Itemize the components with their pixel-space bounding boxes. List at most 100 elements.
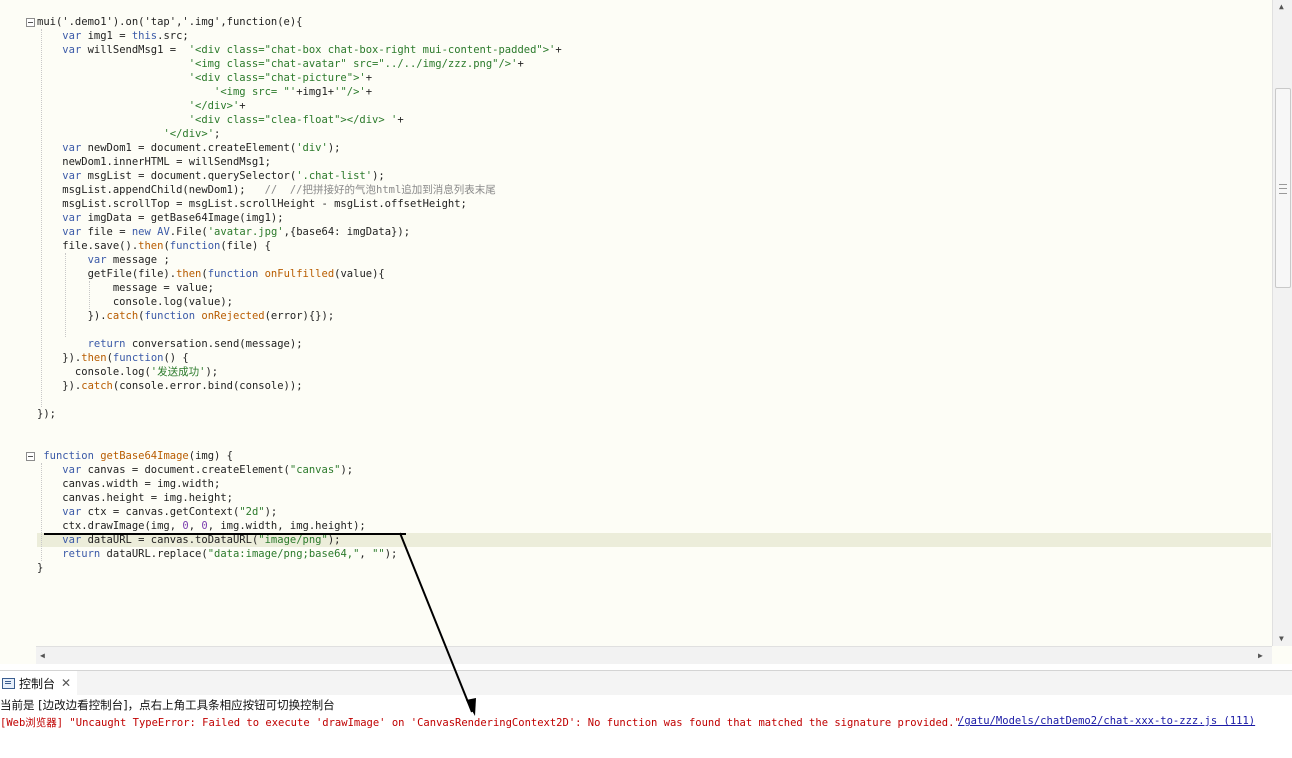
- code-line[interactable]: var dataURL = canvas.toDataURL("image/pn…: [37, 533, 1271, 547]
- code-line[interactable]: var ctx = canvas.getContext("2d");: [37, 505, 277, 519]
- code-line[interactable]: '<div class="chat-picture">'+: [37, 71, 372, 85]
- code-line[interactable]: }).catch(function onRejected(error){});: [37, 309, 335, 323]
- console-output[interactable]: 当前是 [边改边看控制台]，点右上角工具条相应按钮可切换控制台 [Web浏览器]…: [0, 695, 1292, 758]
- code-line[interactable]: canvas.width = img.width;: [37, 477, 220, 491]
- code-token: function: [43, 450, 94, 462]
- code-token: onRejected: [201, 310, 265, 322]
- code-line[interactable]: console.log('发送成功');: [37, 365, 218, 379]
- code-token: );: [327, 534, 341, 546]
- code-line[interactable]: '<img src= "'+img1+'"/>'+: [37, 85, 372, 99]
- code-token: , img.width, img.height);: [207, 520, 366, 532]
- console-icon: [2, 677, 15, 689]
- code-token: "image/png": [258, 534, 328, 546]
- code-line[interactable]: mui('.demo1').on('tap','.img',function(e…: [37, 15, 303, 29]
- code-line[interactable]: var msgList = document.querySelector('.c…: [37, 169, 385, 183]
- code-line[interactable]: getFile(file).then(function onFulfilled(…: [37, 267, 385, 281]
- indent-guide: [41, 463, 42, 561]
- code-token: '<div class="chat-picture">': [188, 72, 366, 84]
- code-line[interactable]: }: [37, 561, 43, 575]
- code-line[interactable]: canvas.height = img.height;: [37, 491, 233, 505]
- code-line[interactable]: var message ;: [37, 253, 170, 267]
- code-line[interactable]: return conversation.send(message);: [37, 337, 303, 351]
- code-token: dataURL = canvas.toDataURL(: [81, 534, 259, 546]
- code-area[interactable]: mui('.demo1').on('tap','.img',function(e…: [37, 15, 1271, 655]
- code-line[interactable]: '<img class="chat-avatar" src="../../img…: [37, 57, 524, 71]
- scroll-grip-icon: [1279, 184, 1287, 194]
- code-line[interactable]: msgList.appendChild(newDom1); // //把拼接好的…: [37, 183, 496, 197]
- code-token: message = value;: [37, 282, 215, 294]
- code-line[interactable]: '<div class="clea-float"></div> '+: [37, 113, 404, 127]
- code-token: then: [81, 352, 107, 364]
- code-line[interactable]: function getBase64Image(img) {: [37, 449, 233, 463]
- code-line[interactable]: console.log(value);: [37, 295, 233, 309]
- code-token: );: [384, 548, 398, 560]
- code-token: canvas.height = img.height;: [37, 492, 233, 504]
- code-line[interactable]: var img1 = this.src;: [37, 29, 189, 43]
- code-token: new: [131, 226, 151, 238]
- code-line[interactable]: });: [37, 407, 56, 421]
- code-line[interactable]: var file = new AV.File('avatar.jpg',{bas…: [37, 225, 410, 239]
- code-token: willSendMsg1 =: [81, 44, 189, 56]
- code-token: ,{base64: imgData});: [283, 226, 411, 238]
- code-token: '</div>': [163, 128, 215, 140]
- code-line[interactable]: return dataURL.replace("data:image/png;b…: [37, 547, 397, 561]
- code-token: function: [144, 310, 196, 322]
- code-token: then: [138, 240, 164, 252]
- right-arrow-icon[interactable]: ▶: [1258, 651, 1263, 661]
- code-token: var: [62, 464, 82, 476]
- code-token: "2d": [239, 506, 265, 518]
- code-token: imgData = getBase64Image(img1);: [81, 212, 284, 224]
- code-line[interactable]: var newDom1 = document.createElement('di…: [37, 141, 340, 155]
- code-token: .src;: [157, 30, 189, 42]
- vertical-scroll-thumb[interactable]: [1275, 88, 1291, 288]
- code-editor[interactable]: mui('.demo1').on('tap','.img',function(e…: [0, 0, 1292, 664]
- horizontal-scrollbar[interactable]: ◀ ▶: [36, 646, 1272, 664]
- code-line[interactable]: ctx.drawImage(img, 0, 0, img.width, img.…: [37, 519, 366, 533]
- code-token: catch: [81, 380, 113, 392]
- code-token: var: [87, 254, 107, 266]
- code-token: "": [372, 548, 385, 560]
- code-token: );: [372, 170, 385, 182]
- code-token: (console.error.bind(console));: [112, 380, 303, 392]
- code-token: '<img src= "': [214, 86, 297, 98]
- code-token: var: [62, 226, 82, 238]
- ide-window: mui('.demo1').on('tap','.img',function(e…: [0, 0, 1292, 758]
- left-arrow-icon[interactable]: ◀: [40, 651, 45, 661]
- code-token: function: [112, 352, 164, 364]
- console-source-link[interactable]: /gatu/Models/chatDemo2/chat-xxx-to-zzz.j…: [958, 715, 1255, 727]
- code-token: return: [62, 548, 101, 560]
- console-error-message: [Web浏览器] "Uncaught TypeError: Failed to …: [0, 717, 961, 729]
- code-line[interactable]: file.save().then(function(file) {: [37, 239, 271, 253]
- code-token: onFulfilled: [264, 268, 335, 280]
- code-line[interactable]: }).then(function() {: [37, 351, 188, 365]
- code-line[interactable]: msgList.scrollTop = msgList.scrollHeight…: [37, 197, 467, 211]
- code-token: var: [62, 534, 82, 546]
- code-line[interactable]: }).catch(console.error.bind(console));: [37, 379, 303, 393]
- code-line[interactable]: var willSendMsg1 = '<div class="chat-box…: [37, 43, 561, 57]
- code-token: }).: [37, 310, 107, 322]
- tab-console[interactable]: 控制台 ✕: [0, 671, 78, 695]
- fold-collapse-icon[interactable]: [26, 18, 35, 27]
- code-token: var: [62, 142, 82, 154]
- code-token: msgList.appendChild(newDom1);: [37, 184, 265, 196]
- code-line[interactable]: newDom1.innerHTML = willSendMsg1;: [37, 155, 271, 169]
- code-line[interactable]: message = value;: [37, 281, 214, 295]
- code-token: mui('.demo1').on('tap','.img',function(e…: [37, 16, 303, 28]
- code-token: 'avatar.jpg': [207, 226, 284, 238]
- up-arrow-icon[interactable]: ▲: [1279, 2, 1284, 12]
- code-line[interactable]: '</div>';: [37, 127, 220, 141]
- code-token: newDom1.innerHTML = willSendMsg1;: [37, 156, 271, 168]
- code-line[interactable]: var imgData = getBase64Image(img1);: [37, 211, 284, 225]
- vertical-scrollbar[interactable]: ▲ ▼: [1272, 0, 1292, 646]
- code-token: );: [340, 464, 354, 476]
- code-line[interactable]: '</div>'+: [37, 99, 246, 113]
- code-token: var: [62, 44, 82, 56]
- down-arrow-icon[interactable]: ▼: [1279, 634, 1284, 644]
- close-icon[interactable]: ✕: [61, 676, 71, 690]
- code-token: +: [239, 100, 246, 112]
- code-token: getBase64Image: [100, 450, 189, 462]
- code-line[interactable]: var canvas = document.createElement("can…: [37, 463, 353, 477]
- fold-collapse-icon[interactable]: [26, 452, 35, 461]
- code-token: this: [131, 30, 158, 42]
